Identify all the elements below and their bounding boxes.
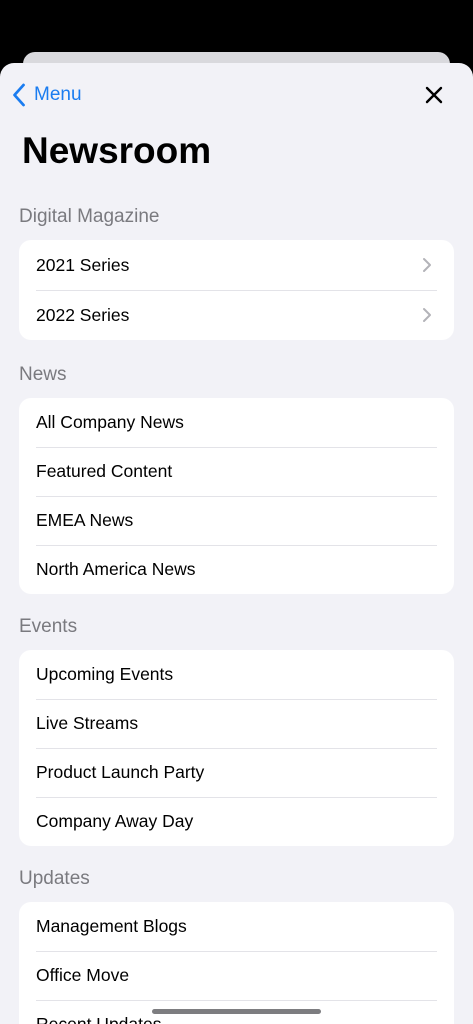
list-item-all-company-news[interactable]: All Company News — [19, 398, 454, 447]
list-item-featured-content[interactable]: Featured Content — [19, 447, 454, 496]
list-item-label: 2022 Series — [36, 304, 130, 325]
list-item-label: Recent Updates — [36, 1014, 162, 1024]
chevron-left-icon — [12, 83, 26, 107]
list-item-emea-news[interactable]: EMEA News — [19, 496, 454, 545]
list-item-label: EMEA News — [36, 510, 134, 530]
list-item-product-launch-party[interactable]: Product Launch Party — [19, 748, 454, 797]
list-item-north-america-news[interactable]: North America News — [19, 545, 454, 594]
back-button-label: Menu — [34, 84, 82, 105]
section-header-updates: Updates — [19, 868, 90, 889]
group-news: All Company News Featured Content EMEA N… — [19, 398, 454, 594]
list-item-company-away-day[interactable]: Company Away Day — [19, 797, 454, 846]
list-item-label: Office Move — [36, 965, 130, 985]
list-item-office-move[interactable]: Office Move — [19, 951, 454, 1000]
list-item-2021-series[interactable]: 2021 Series — [19, 240, 454, 290]
chevron-right-icon — [422, 307, 432, 323]
navigation-bar: Menu — [0, 63, 473, 125]
list-item-label: Featured Content — [36, 461, 173, 481]
close-icon — [421, 82, 447, 108]
list-item-live-streams[interactable]: Live Streams — [19, 699, 454, 748]
list-item-label: 2021 Series — [36, 254, 130, 275]
list-item-label: Live Streams — [36, 713, 139, 733]
section-header-news: News — [19, 364, 67, 385]
group-digital-magazine: 2021 Series 2022 Series — [19, 240, 454, 340]
page-title: Newsroom — [22, 130, 212, 171]
back-menu-button[interactable]: Menu — [12, 81, 82, 109]
chevron-right-icon — [422, 257, 432, 273]
list-item-label: Product Launch Party — [36, 762, 205, 782]
group-events: Upcoming Events Live Streams Product Lau… — [19, 650, 454, 846]
list-item-label: North America News — [36, 559, 196, 579]
list-item-label: All Company News — [36, 412, 184, 432]
home-indicator[interactable] — [152, 1009, 321, 1014]
close-button[interactable] — [421, 82, 447, 108]
section-header-digital-magazine: Digital Magazine — [19, 206, 160, 227]
list-item-2022-series[interactable]: 2022 Series — [19, 290, 454, 340]
group-updates: Management Blogs Office Move Recent Upda… — [19, 902, 454, 1024]
list-item-label: Management Blogs — [36, 916, 187, 936]
list-item-label: Company Away Day — [36, 811, 194, 831]
list-item-management-blogs[interactable]: Management Blogs — [19, 902, 454, 951]
screen: Menu Newsroom Digital Magazine 2021 Seri… — [0, 0, 473, 1024]
list-item-upcoming-events[interactable]: Upcoming Events — [19, 650, 454, 699]
newsroom-sheet: Menu Newsroom Digital Magazine 2021 Seri… — [0, 63, 473, 1024]
list-item-label: Upcoming Events — [36, 664, 174, 684]
section-header-events: Events — [19, 616, 78, 637]
